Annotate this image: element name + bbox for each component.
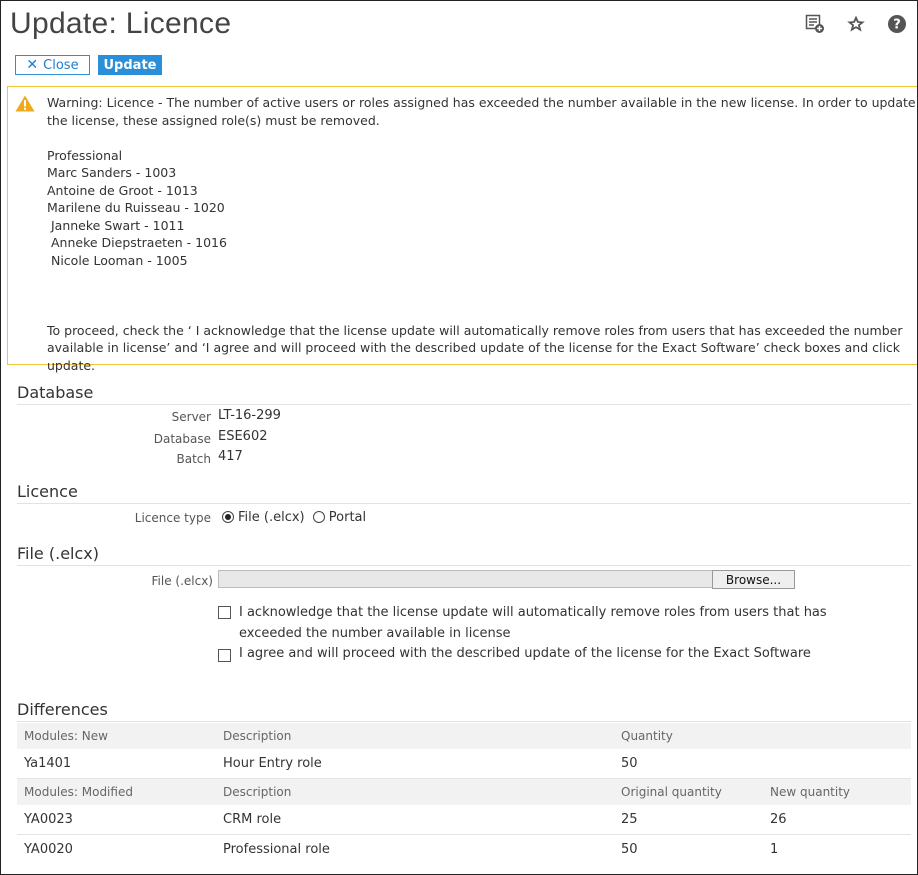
radio-portal[interactable] bbox=[312, 511, 325, 523]
new-quantity: 1 bbox=[770, 842, 779, 857]
module-code: YA0020 bbox=[24, 842, 73, 857]
warning-text: Warning: Licence - The number of active … bbox=[47, 95, 916, 373]
star-icon[interactable] bbox=[845, 13, 866, 34]
database-label: Database bbox=[153, 432, 211, 446]
close-button[interactable]: ✕ Close bbox=[15, 55, 90, 75]
original-quantity: 50 bbox=[621, 842, 638, 857]
column-header: Description bbox=[223, 729, 292, 743]
module-description: CRM role bbox=[223, 812, 282, 827]
acknowledge-checkbox[interactable] bbox=[218, 606, 231, 619]
add-to-menu-icon[interactable] bbox=[804, 13, 825, 34]
table-row: YA0023 CRM role 25 26 bbox=[17, 805, 911, 835]
differences-section-heading: Differences bbox=[17, 700, 911, 722]
update-button[interactable]: Update bbox=[98, 55, 162, 75]
modified-modules-header-row: Modules: Modified Description Original q… bbox=[17, 779, 911, 805]
differences-table: Modules: New Description Quantity Ya1401… bbox=[17, 723, 911, 864]
table-row: YA0020 Professional role 50 1 bbox=[17, 835, 911, 864]
close-icon: ✕ bbox=[26, 57, 39, 73]
column-header: New quantity bbox=[770, 785, 851, 799]
module-description: Professional role bbox=[223, 842, 330, 857]
new-quantity: 26 bbox=[770, 812, 787, 827]
top-toolbar-icons: ? bbox=[804, 13, 907, 34]
acknowledge-label: I acknowledge that the license update wi… bbox=[239, 605, 827, 641]
page-title: Update: Licence bbox=[10, 7, 232, 40]
module-description: Hour Entry role bbox=[223, 756, 322, 771]
database-section-heading: Database bbox=[17, 383, 911, 405]
update-licence-window: Update: Licence ? ✕ Close Update Warning… bbox=[0, 0, 918, 875]
radio-portal-label: Portal bbox=[328, 510, 367, 525]
agree-label: I agree and will proceed with the descri… bbox=[239, 646, 811, 661]
file-input[interactable] bbox=[218, 570, 713, 588]
module-code: Ya1401 bbox=[24, 756, 72, 771]
radio-file[interactable] bbox=[222, 511, 234, 523]
file-section-heading: File (.elcx) bbox=[17, 544, 911, 566]
licence-section-heading: Licence bbox=[17, 482, 911, 504]
licence-type-radio-group: File (.elcx) Portal bbox=[222, 510, 366, 525]
help-icon[interactable]: ? bbox=[886, 13, 907, 34]
batch-label: Batch bbox=[176, 452, 212, 466]
original-quantity: 25 bbox=[621, 812, 638, 827]
agree-checkbox[interactable] bbox=[218, 649, 231, 662]
table-row: Ya1401 Hour Entry role 50 bbox=[17, 749, 911, 779]
file-field-label: File (.elcx) bbox=[151, 574, 214, 588]
server-value: LT-16-299 bbox=[218, 408, 281, 423]
column-header: Modules: New bbox=[24, 729, 108, 743]
column-header: Modules: Modified bbox=[24, 785, 133, 799]
warning-panel: Warning: Licence - The number of active … bbox=[7, 86, 917, 373]
warning-icon bbox=[15, 95, 35, 117]
radio-file-label: File (.elcx) bbox=[238, 510, 305, 525]
batch-value: 417 bbox=[218, 449, 243, 464]
svg-text:?: ? bbox=[893, 17, 901, 32]
module-quantity: 50 bbox=[621, 756, 638, 771]
browse-button[interactable]: Browse... bbox=[712, 570, 795, 589]
database-value: ESE602 bbox=[218, 429, 268, 444]
module-code: YA0023 bbox=[24, 812, 73, 827]
new-modules-header-row: Modules: New Description Quantity bbox=[17, 723, 911, 749]
column-header: Original quantity bbox=[621, 785, 722, 799]
licence-type-label: Licence type bbox=[134, 511, 211, 525]
close-button-label: Close bbox=[43, 57, 79, 73]
column-header: Description bbox=[223, 785, 292, 799]
column-header: Quantity bbox=[621, 729, 673, 743]
server-label: Server bbox=[171, 410, 211, 424]
